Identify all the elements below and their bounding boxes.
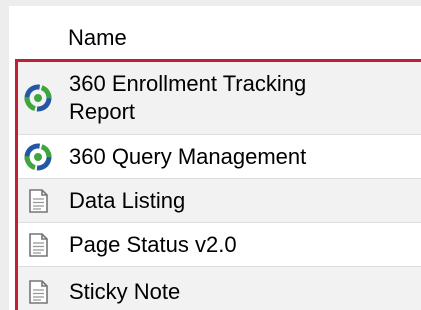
circular-arrows-icon: [24, 84, 52, 112]
list-item[interactable]: Data Listing: [18, 179, 421, 223]
report-list-panel: Name 360 Enrollment Tracking Report 360 …: [0, 0, 421, 310]
list-item-label: Sticky Note: [69, 279, 181, 304]
list-item-label: 360 Enrollment Tracking Report: [69, 71, 307, 124]
list-header: Name: [9, 6, 421, 60]
highlighted-report-list: 360 Enrollment Tracking Report 360 Query…: [15, 59, 421, 310]
circular-arrows-icon: [24, 143, 52, 171]
list-item[interactable]: 360 Enrollment Tracking Report: [18, 62, 421, 135]
list-item-label: Page Status v2.0: [69, 232, 237, 257]
column-header-name[interactable]: Name: [68, 24, 127, 52]
document-icon: [29, 189, 48, 213]
list-item[interactable]: 360 Query Management: [18, 135, 421, 179]
list-item[interactable]: Sticky Note: [18, 267, 421, 310]
document-icon: [29, 233, 48, 257]
list-item-label: Data Listing: [69, 188, 186, 213]
document-icon: [29, 280, 48, 304]
list-item-label: 360 Query Management: [69, 144, 307, 169]
panel-left-border: [0, 0, 9, 310]
list-item[interactable]: Page Status v2.0: [18, 223, 421, 267]
